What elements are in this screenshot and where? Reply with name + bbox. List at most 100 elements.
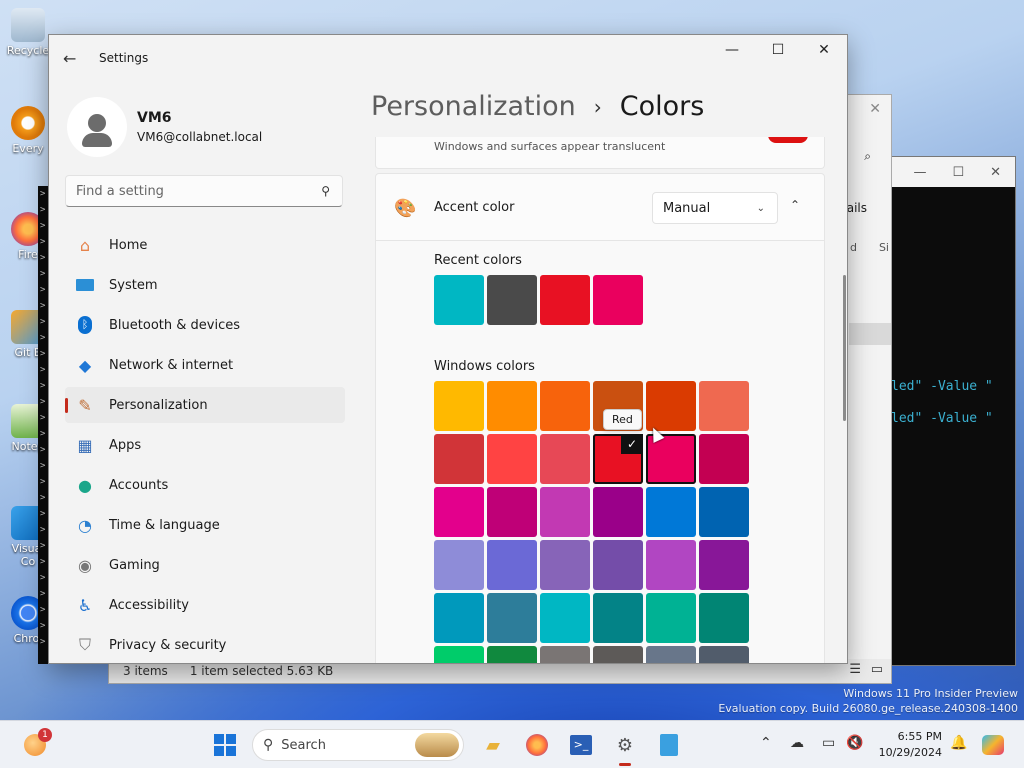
display-icon[interactable]: ▭ bbox=[822, 735, 835, 751]
windows-color-swatch[interactable] bbox=[593, 646, 643, 663]
transparency-icon: ··· bbox=[398, 137, 409, 143]
search-icon[interactable]: ⌕ bbox=[864, 149, 871, 164]
windows-color-swatch[interactable] bbox=[540, 593, 590, 643]
start-button[interactable] bbox=[210, 730, 240, 760]
content-scrollbar[interactable] bbox=[843, 275, 846, 421]
close-icon[interactable]: ✕ bbox=[869, 101, 881, 117]
windows-color-swatch[interactable] bbox=[434, 381, 484, 431]
windows-color-swatch[interactable] bbox=[699, 540, 749, 590]
windows-color-swatch[interactable] bbox=[540, 646, 590, 663]
user-profile[interactable]: VM6 VM6@collabnet.local bbox=[67, 97, 262, 157]
nav-label: Apps bbox=[109, 437, 142, 453]
copilot-icon[interactable] bbox=[982, 735, 1004, 755]
nav-item-apps[interactable]: ▦ Apps bbox=[65, 427, 345, 463]
windows-color-swatch[interactable] bbox=[434, 646, 484, 663]
windows-color-swatch[interactable] bbox=[487, 646, 537, 663]
recent-color-swatch[interactable] bbox=[593, 275, 643, 325]
settings-button[interactable]: ⚙ bbox=[610, 730, 640, 766]
nav-item-time-language[interactable]: ◔ Time & language bbox=[65, 507, 345, 543]
taskbar-search[interactable]: ⚲ Search bbox=[252, 729, 464, 761]
powershell-icon: >_ bbox=[570, 735, 592, 755]
terminal-button[interactable]: >_ bbox=[566, 730, 596, 760]
notification-bell-icon[interactable]: 🔔 bbox=[950, 735, 967, 751]
windows-color-swatch[interactable] bbox=[646, 487, 696, 537]
windows-color-swatch[interactable] bbox=[540, 434, 590, 484]
close-icon[interactable]: ✕ bbox=[801, 35, 847, 65]
recent-color-swatch[interactable] bbox=[487, 275, 537, 325]
windows-color-swatch[interactable] bbox=[434, 593, 484, 643]
windows-color-swatch[interactable] bbox=[487, 593, 537, 643]
details-button[interactable]: ails bbox=[847, 201, 867, 215]
accent-color-card[interactable]: 🎨 Accent color Manual ⌄ ⌃ bbox=[375, 173, 825, 241]
maximize-icon[interactable]: ☐ bbox=[755, 35, 801, 65]
nav-item-accessibility[interactable]: ♿ Accessibility bbox=[65, 587, 345, 623]
windows-color-swatch[interactable] bbox=[699, 381, 749, 431]
windows-color-swatch[interactable] bbox=[699, 593, 749, 643]
details-view-icon[interactable]: ☰ bbox=[849, 662, 861, 677]
windows-color-swatch[interactable] bbox=[699, 487, 749, 537]
windows-colors-row bbox=[434, 540, 749, 590]
windows-color-swatch[interactable] bbox=[593, 593, 643, 643]
windows-color-swatch[interactable] bbox=[487, 381, 537, 431]
nav-item-privacy[interactable]: ⛉ Privacy & security bbox=[65, 627, 345, 663]
page-title: Colors bbox=[619, 91, 705, 122]
windows-color-swatch[interactable] bbox=[646, 381, 696, 431]
desktop-icon-everything[interactable]: Every bbox=[6, 106, 50, 155]
chevron-up-icon[interactable]: ⌃ bbox=[760, 735, 772, 751]
cloud-icon[interactable]: ☁ bbox=[790, 735, 804, 751]
notepad-button[interactable] bbox=[654, 730, 684, 760]
windows-color-swatch[interactable] bbox=[646, 593, 696, 643]
desktop-icon-recycle-bin[interactable]: Recycle bbox=[6, 8, 50, 57]
windows-color-swatch[interactable] bbox=[646, 540, 696, 590]
windows-color-swatch[interactable] bbox=[646, 646, 696, 663]
transparency-card[interactable]: ··· Windows and surfaces appear transluc… bbox=[375, 137, 825, 169]
terminal-window[interactable]: — ☐ ✕ led" -Value " led" -Value " bbox=[880, 156, 1016, 666]
windows-color-swatch[interactable]: ✓ bbox=[593, 434, 643, 484]
tiles-view-icon[interactable]: ▭ bbox=[871, 662, 883, 677]
nav-item-personalization[interactable]: ✎ Personalization bbox=[65, 387, 345, 423]
widgets-button[interactable]: 1 bbox=[20, 728, 52, 760]
windows-color-swatch[interactable] bbox=[434, 487, 484, 537]
nav-item-home[interactable]: ⌂ Home bbox=[65, 227, 345, 263]
search-icon: ⚲ bbox=[321, 184, 330, 198]
nav-item-accounts[interactable]: ● Accounts bbox=[65, 467, 345, 503]
transparency-toggle[interactable] bbox=[768, 137, 808, 143]
selected-row[interactable] bbox=[849, 323, 891, 345]
firefox-button[interactable] bbox=[522, 730, 552, 760]
column-header[interactable]: d bbox=[850, 241, 857, 254]
nav-item-bluetooth[interactable]: ᛒ Bluetooth & devices bbox=[65, 307, 345, 343]
column-header[interactable]: Si bbox=[879, 241, 889, 254]
volume-muted-icon[interactable]: 🔇 bbox=[846, 735, 863, 751]
minimize-icon[interactable]: — bbox=[913, 165, 926, 180]
windows-color-swatch[interactable] bbox=[540, 487, 590, 537]
nav-item-gaming[interactable]: ◉ Gaming bbox=[65, 547, 345, 583]
nav-item-network[interactable]: ◆ Network & internet bbox=[65, 347, 345, 383]
accent-mode-dropdown[interactable]: Manual ⌄ bbox=[652, 192, 778, 224]
windows-color-swatch[interactable] bbox=[487, 487, 537, 537]
recent-color-swatch[interactable] bbox=[434, 275, 484, 325]
windows-color-swatch[interactable] bbox=[593, 487, 643, 537]
close-icon[interactable]: ✕ bbox=[990, 165, 1001, 180]
windows-color-swatch[interactable] bbox=[434, 434, 484, 484]
windows-color-swatch[interactable] bbox=[593, 540, 643, 590]
windows-color-swatch[interactable] bbox=[699, 434, 749, 484]
maximize-icon[interactable]: ☐ bbox=[952, 165, 964, 180]
minimize-icon[interactable]: — bbox=[709, 35, 755, 65]
windows-color-swatch[interactable] bbox=[434, 540, 484, 590]
windows-color-swatch[interactable] bbox=[699, 646, 749, 663]
recent-color-swatch[interactable] bbox=[540, 275, 590, 325]
nav-item-system[interactable]: System bbox=[65, 267, 345, 303]
windows-color-swatch[interactable] bbox=[540, 381, 590, 431]
windows-color-swatch[interactable] bbox=[540, 540, 590, 590]
settings-window[interactable]: ← Settings — ☐ ✕ VM6 VM6@collabnet.local… bbox=[48, 34, 848, 664]
items-count: 3 items bbox=[123, 664, 168, 678]
windows-color-swatch[interactable] bbox=[487, 434, 537, 484]
chevron-up-icon[interactable]: ⌃ bbox=[790, 198, 800, 212]
windows-color-swatch[interactable] bbox=[487, 540, 537, 590]
back-arrow-icon[interactable]: ← bbox=[63, 49, 83, 68]
find-setting-input[interactable]: Find a setting ⚲ bbox=[65, 175, 343, 207]
breadcrumb-parent[interactable]: Personalization bbox=[371, 91, 576, 122]
clock[interactable]: 6:55 PM 10/29/2024 bbox=[876, 729, 942, 761]
recent-colors-row bbox=[434, 275, 643, 325]
file-explorer-button[interactable]: ▰ bbox=[478, 730, 508, 760]
